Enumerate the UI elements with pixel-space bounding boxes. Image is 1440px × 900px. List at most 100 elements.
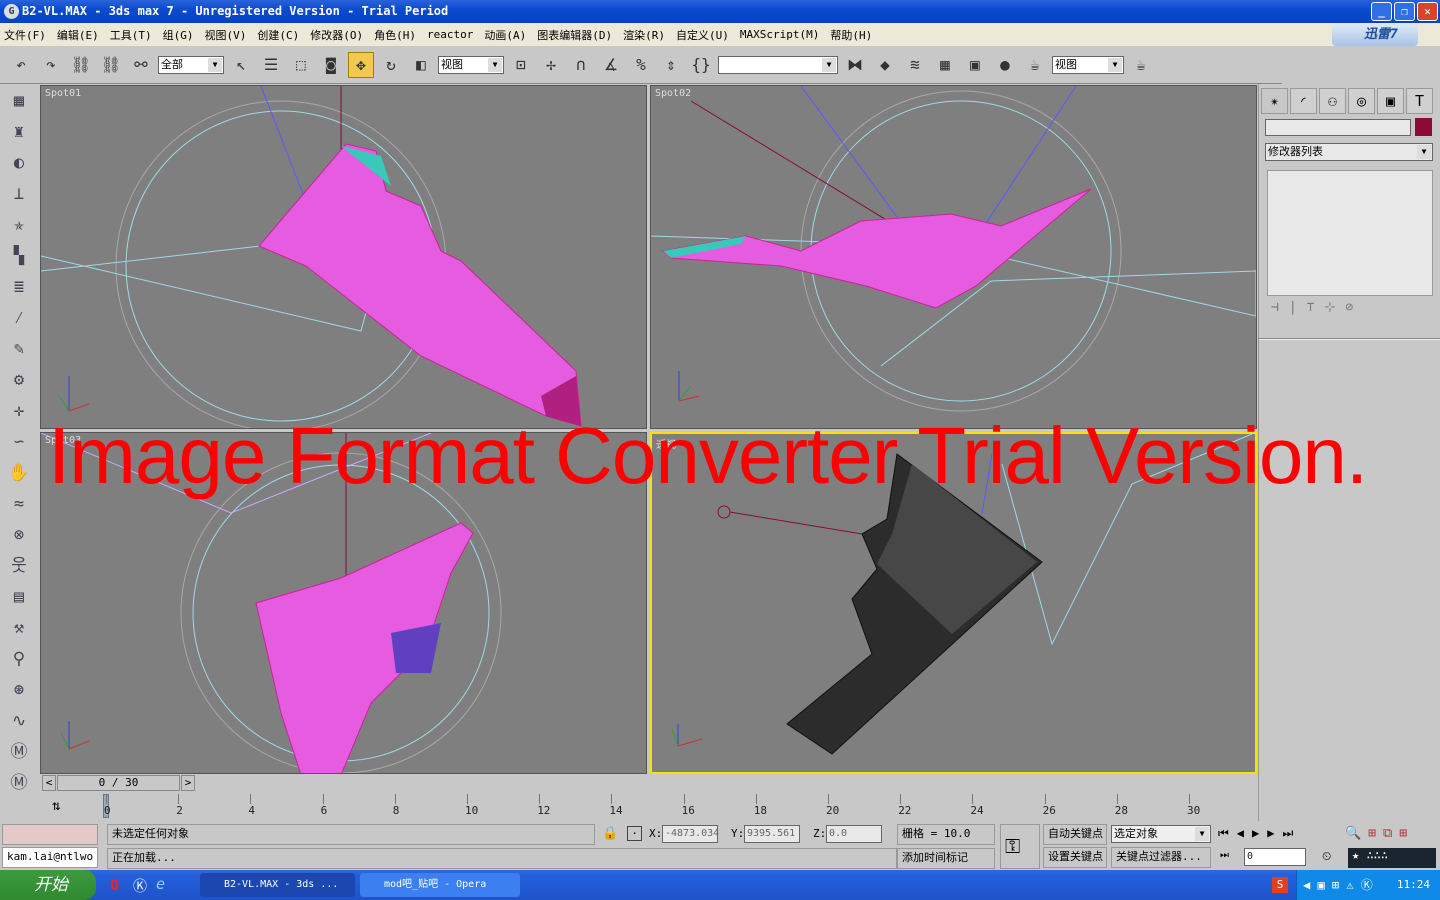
- render-scene-icon[interactable]: ☕: [1022, 52, 1048, 78]
- snap-icon[interactable]: ∩: [568, 52, 594, 78]
- tab-display[interactable]: ▣: [1377, 88, 1404, 114]
- viewport-label[interactable]: Spot01: [45, 88, 81, 99]
- menu-graph-editors[interactable]: 图表编辑器(D): [537, 27, 612, 43]
- spinner-snap-icon[interactable]: ⇕: [658, 52, 684, 78]
- move-icon[interactable]: ✥: [348, 51, 374, 78]
- mirror-icon[interactable]: ⧓: [842, 52, 868, 78]
- time-config-icon[interactable]: ⏲: [1322, 849, 1331, 864]
- viewport-nav-controls[interactable]: 🔍⊞⧉⊞: [1345, 826, 1414, 841]
- lock-icon[interactable]: 🔒: [602, 826, 618, 841]
- ring-icon[interactable]: ⊗: [14, 520, 24, 551]
- angle-snap-icon[interactable]: ∡: [598, 52, 624, 78]
- key-icon[interactable]: ⚿: [1000, 824, 1040, 869]
- tray-icons[interactable]: ◀ ▣ ⊞ ⚠ Ⓚ: [1303, 870, 1373, 900]
- tab-create[interactable]: ✴: [1261, 88, 1288, 114]
- object-color-swatch[interactable]: [1415, 118, 1432, 136]
- schematic-view-icon[interactable]: ▣: [962, 52, 988, 78]
- cloth-icon[interactable]: ▤: [14, 582, 24, 613]
- tool-icon[interactable]: ⚒: [14, 613, 24, 644]
- abs-mode-icon[interactable]: ·: [627, 826, 642, 841]
- maxscript-listener[interactable]: [2, 824, 98, 845]
- close-button[interactable]: ✕: [1417, 2, 1438, 21]
- manipulate-icon[interactable]: ✢: [538, 52, 564, 78]
- rotate-icon[interactable]: ↻: [378, 52, 404, 78]
- named-selection-dropdown[interactable]: [718, 55, 838, 74]
- helper-icon[interactable]: ✛: [14, 396, 24, 427]
- y-coord-input[interactable]: 9395.561: [744, 825, 800, 843]
- sphere-icon[interactable]: ◐: [14, 148, 24, 179]
- menu-file[interactable]: 文件(F): [4, 27, 46, 43]
- align-icon[interactable]: ◆: [872, 52, 898, 78]
- rope-icon[interactable]: ∿: [12, 706, 26, 737]
- unlink-icon[interactable]: ⛓: [98, 52, 124, 78]
- time-slider-thumb[interactable]: 0 / 30: [57, 775, 180, 791]
- time-next-button[interactable]: >: [181, 775, 195, 791]
- minimize-button[interactable]: _: [1371, 2, 1392, 21]
- key-filters-button[interactable]: 关键点过滤器...: [1111, 847, 1211, 868]
- menu-views[interactable]: 视图(V): [205, 27, 247, 43]
- auto-key-button[interactable]: 自动关键点: [1043, 824, 1107, 845]
- rect-selection-icon[interactable]: ⬚: [288, 52, 314, 78]
- menu-create[interactable]: 创建(C): [257, 27, 299, 43]
- hand-icon[interactable]: ✋: [8, 458, 29, 489]
- object-name-input[interactable]: [1265, 119, 1411, 136]
- redo-icon[interactable]: ↷: [38, 52, 64, 78]
- current-frame-input[interactable]: 0: [1244, 848, 1306, 866]
- ie-quicklaunch-icon[interactable]: e: [156, 875, 165, 893]
- pivot-center-icon[interactable]: ⊡: [508, 52, 534, 78]
- wheel-icon[interactable]: ⊛: [14, 675, 24, 706]
- edit-named-sel-icon[interactable]: {}: [688, 52, 714, 78]
- time-slider[interactable]: < 0 / 30 >: [40, 774, 1255, 793]
- sogou-icon[interactable]: S: [1272, 877, 1288, 893]
- track-bar[interactable]: ⇅ 0 2 4 6 8 10 12 14 16 18 20 22 24 26 28 30: [40, 794, 1255, 820]
- menu-help[interactable]: 帮助(H): [830, 27, 872, 43]
- menu-edit[interactable]: 编辑(E): [57, 27, 99, 43]
- menu-maxscript[interactable]: MAXScript(M): [740, 28, 819, 41]
- ref-coord-dropdown[interactable]: 视图: [438, 55, 504, 74]
- modifier-stack[interactable]: [1267, 170, 1433, 296]
- key-mode-toggle-icon[interactable]: ⏭: [1220, 850, 1229, 861]
- z-coord-input[interactable]: 0.0: [826, 825, 882, 843]
- stack-icon[interactable]: ≣: [14, 272, 24, 303]
- select-by-name-icon[interactable]: ☰: [258, 52, 284, 78]
- max-ball-icon[interactable]: Ⓜ: [11, 768, 28, 799]
- selection-filter-dropdown[interactable]: 全部: [158, 55, 224, 74]
- select-icon[interactable]: ↖: [228, 52, 254, 78]
- menu-reactor[interactable]: reactor: [427, 28, 473, 41]
- render-type-dropdown[interactable]: 视图: [1052, 55, 1124, 74]
- x-coord-input[interactable]: -4873.034: [662, 825, 719, 843]
- menu-character[interactable]: 角色(H): [374, 27, 416, 43]
- menu-rendering[interactable]: 渲染(R): [623, 27, 665, 43]
- max-shirt-icon[interactable]: Ⓜ: [11, 737, 28, 768]
- menu-tools[interactable]: 工具(T): [110, 27, 152, 43]
- task-3dsmax[interactable]: B2-VL.MAX - 3ds ...: [200, 873, 355, 897]
- time-prev-button[interactable]: <: [42, 775, 56, 791]
- scale-icon[interactable]: ◧: [408, 52, 434, 78]
- menu-customize[interactable]: 自定义(U): [676, 27, 729, 43]
- rating-widget[interactable]: ★ ∴∴∴: [1348, 848, 1436, 868]
- bind-space-warp-icon[interactable]: ⚯: [128, 52, 154, 78]
- material-editor-icon[interactable]: ●: [992, 52, 1018, 78]
- bone-icon[interactable]: ⁄: [14, 303, 24, 334]
- maximize-button[interactable]: ❐: [1394, 2, 1415, 21]
- xunlei-badge[interactable]: 迅雷7: [1332, 24, 1418, 46]
- tab-motion[interactable]: ◎: [1348, 88, 1375, 114]
- tab-modify[interactable]: ◜: [1290, 88, 1317, 114]
- user-field[interactable]: kam.lai@ntlwo: [2, 847, 98, 868]
- opera-quicklaunch-icon[interactable]: O: [110, 876, 119, 894]
- window-crossing-icon[interactable]: ◙: [318, 52, 344, 78]
- layer-manager-icon[interactable]: ≋: [902, 52, 928, 78]
- figure-icon[interactable]: 웃: [11, 551, 27, 582]
- curve-editor-icon[interactable]: ▦: [932, 52, 958, 78]
- checker-icon[interactable]: ▚: [14, 241, 24, 272]
- menu-modifiers[interactable]: 修改器(O): [310, 27, 363, 43]
- k-quicklaunch-icon[interactable]: Ⓚ: [133, 876, 147, 896]
- task-opera[interactable]: mod吧_贴吧 - Opera: [360, 873, 520, 897]
- person-icon[interactable]: ⚲: [13, 644, 25, 675]
- stack-controls-icons[interactable]: ⊣|⊤⊹⊘: [1271, 300, 1431, 315]
- menu-group[interactable]: 组(G): [163, 27, 194, 43]
- curve-editor-mini-icon[interactable]: ⇅: [52, 798, 60, 814]
- shoe-icon[interactable]: ∽: [14, 427, 24, 458]
- start-button[interactable]: 开始: [0, 870, 96, 900]
- undo-icon[interactable]: ↶: [8, 52, 34, 78]
